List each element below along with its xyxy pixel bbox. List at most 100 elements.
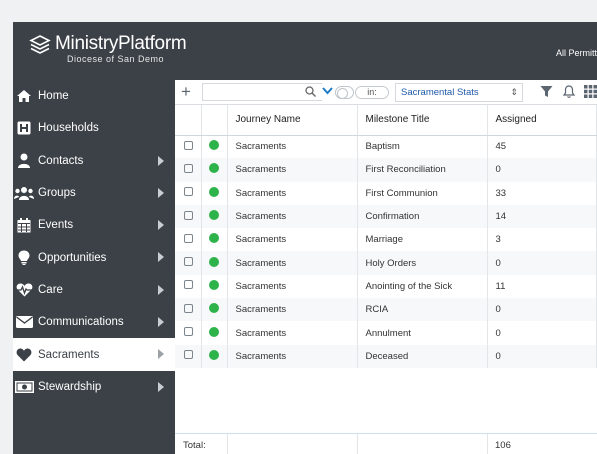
total-label: Total: [183, 440, 206, 451]
assigned-cell: 33 [487, 181, 597, 205]
table-row[interactable]: Sacraments Annulment 0 [175, 321, 597, 345]
journey-cell: Sacraments [227, 135, 358, 159]
sidebar-item-label: Sacraments [38, 348, 100, 361]
calendar-icon [14, 217, 34, 233]
sidebar-item-contacts[interactable]: Contacts [13, 145, 175, 177]
group-icon [14, 185, 34, 201]
table-row[interactable]: Sacraments Marriage 3 [175, 228, 597, 252]
status-dot [208, 210, 219, 221]
home-icon [14, 88, 34, 104]
logo[interactable]: MinistryPlatform Diocese of San Demo [29, 33, 187, 64]
sidebar-item-home[interactable]: Home [13, 80, 175, 112]
table-footer: Total: 106 [175, 433, 597, 454]
chevron-right-icon [158, 187, 164, 198]
select-all-header [175, 105, 202, 136]
journey-cell: Sacraments [227, 158, 358, 182]
row-checkbox[interactable] [184, 350, 193, 360]
row-checkbox[interactable] [184, 140, 193, 150]
status-header [201, 105, 228, 136]
view-select[interactable]: Sacramental Stats ⇕ [395, 83, 523, 102]
sidebar-item-label: Households [38, 122, 99, 135]
row-checkbox[interactable] [184, 303, 193, 313]
milestone-cell: First Reconciliation [357, 158, 488, 182]
status-dot [208, 279, 219, 290]
journey-cell: Sacraments [227, 251, 358, 275]
sidebar: Home Households Contacts Groups Events O… [13, 80, 175, 454]
selected-view: Sacramental Stats [401, 87, 479, 98]
chevron-down-icon[interactable] [322, 86, 333, 96]
row-checkbox[interactable] [184, 257, 193, 267]
filter-toggle[interactable] [335, 86, 354, 99]
total-value: 106 [495, 440, 511, 451]
toolbar: + in: Sacramental Stats ⇕ [175, 80, 597, 105]
row-checkbox[interactable] [184, 280, 193, 290]
grid-icon[interactable] [584, 85, 597, 98]
table-row[interactable]: Sacraments Holy Orders 0 [175, 251, 597, 275]
chevron-right-icon [158, 252, 164, 263]
add-record-button[interactable]: + [181, 83, 191, 101]
table-header: Journey Name Milestone Title Assigned [175, 105, 597, 136]
table-row[interactable]: Sacraments RCIA 0 [175, 298, 597, 322]
assigned-cell: 0 [487, 321, 597, 345]
assigned-cell: 0 [487, 344, 597, 368]
milestone-cell: Deceased [357, 344, 488, 368]
app-window: MinistryPlatform Diocese of San Demo All… [13, 22, 597, 454]
row-checkbox[interactable] [184, 163, 193, 173]
sidebar-item-sacraments[interactable]: Sacraments [13, 338, 175, 371]
row-checkbox[interactable] [184, 210, 193, 220]
app-subtitle: Diocese of San Demo [67, 54, 165, 64]
sidebar-item-households[interactable]: Households [13, 112, 175, 144]
chevron-right-icon [158, 155, 164, 166]
household-icon [14, 120, 34, 136]
milestone-cell: Annulment [357, 321, 488, 345]
table-row[interactable]: Sacraments Anointing of the Sick 11 [175, 274, 597, 299]
row-checkbox[interactable] [184, 233, 193, 243]
filter-in-label[interactable]: in: [355, 86, 389, 99]
money-icon [14, 379, 34, 395]
table-row[interactable]: Sacraments Confirmation 14 [175, 204, 597, 229]
logo-icon [29, 35, 51, 54]
assigned-cell: 0 [487, 251, 597, 275]
table-row[interactable]: Sacraments First Reconciliation 0 [175, 158, 597, 182]
sidebar-item-communications[interactable]: Communications [13, 306, 175, 338]
assigned-cell: 0 [487, 158, 597, 182]
sidebar-item-stewardship[interactable]: Stewardship [13, 371, 175, 403]
milestone-cell: Holy Orders [357, 251, 488, 275]
column-header-milestone[interactable]: Milestone Title [357, 105, 488, 136]
table-row[interactable]: Sacraments First Communion 33 [175, 181, 597, 205]
search-icon[interactable] [305, 86, 316, 97]
filter-icon[interactable] [540, 85, 553, 98]
journey-cell: Sacraments [227, 181, 358, 205]
app-name: MinistryPlatform [55, 33, 187, 54]
column-header-journey[interactable]: Journey Name [227, 105, 358, 136]
row-checkbox[interactable] [184, 187, 193, 197]
sidebar-item-label: Contacts [38, 154, 84, 167]
status-dot [208, 256, 219, 267]
main-panel: + in: Sacramental Stats ⇕ Journey Name M… [175, 80, 597, 454]
lightbulb-icon [14, 250, 34, 266]
assigned-cell: 0 [487, 298, 597, 322]
search-input[interactable] [202, 83, 322, 101]
chevron-right-icon [158, 317, 164, 328]
sidebar-item-events[interactable]: Events [13, 209, 175, 241]
table-row[interactable]: Sacraments Deceased 0 [175, 344, 597, 368]
heart-icon [14, 347, 34, 363]
sidebar-item-opportunities[interactable]: Opportunities [13, 241, 175, 273]
sidebar-item-label: Care [38, 283, 63, 296]
assigned-cell: 14 [487, 204, 597, 229]
journey-cell: Sacraments [227, 228, 358, 252]
milestone-cell: Marriage [357, 228, 488, 252]
column-header-assigned[interactable]: Assigned [487, 105, 597, 136]
assigned-cell: 45 [487, 135, 597, 159]
row-checkbox[interactable] [184, 327, 193, 337]
bell-icon[interactable] [563, 85, 575, 98]
sidebar-item-care[interactable]: Care [13, 274, 175, 306]
table-row[interactable]: Sacraments Baptism 45 [175, 135, 597, 159]
journey-cell: Sacraments [227, 274, 358, 299]
sidebar-item-groups[interactable]: Groups [13, 177, 175, 209]
heartbeat-icon [14, 282, 34, 298]
journey-cell: Sacraments [227, 298, 358, 322]
chevron-right-icon [158, 284, 164, 295]
top-bar: MinistryPlatform Diocese of San Demo All… [13, 22, 597, 80]
status-dot [208, 163, 219, 174]
